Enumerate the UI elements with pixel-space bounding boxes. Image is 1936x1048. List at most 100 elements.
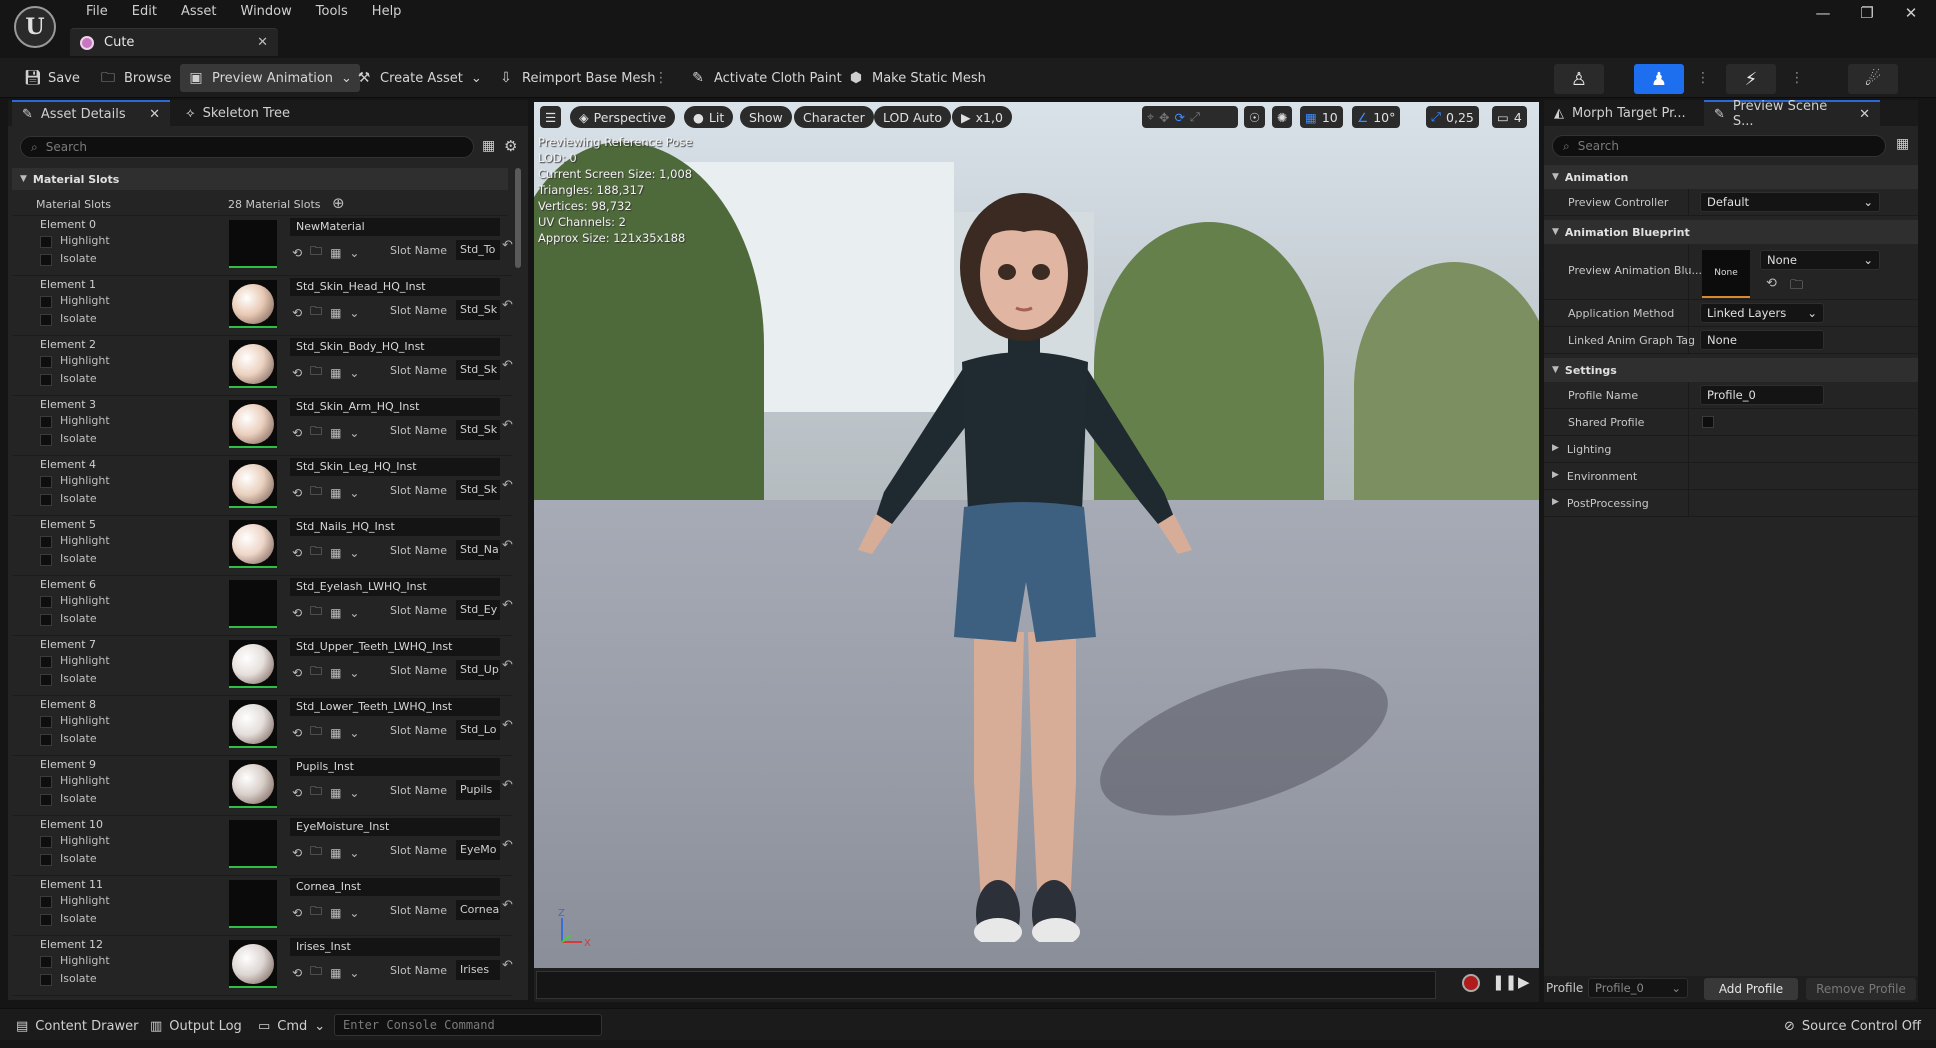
details-search-input[interactable]: ⌕ Search [20, 136, 474, 158]
menu-window[interactable]: Window [229, 2, 304, 22]
material-thumbnail[interactable] [229, 520, 277, 568]
use-selected-asset-icon[interactable]: ⟲ [292, 486, 302, 500]
isolate-checkbox[interactable] [40, 974, 52, 986]
chevron-down-icon[interactable]: ⌄ [349, 366, 359, 380]
material-thumbnail[interactable] [229, 340, 277, 388]
highlight-checkbox[interactable] [40, 716, 52, 728]
grid-snap-button[interactable]: ▦ 10 [1300, 106, 1343, 128]
output-log-button[interactable]: ▥ Output Log [150, 1015, 242, 1037]
menu-edit[interactable]: Edit [120, 2, 169, 22]
material-name-field[interactable]: Std_Skin_Leg_HQ_Inst [290, 458, 500, 476]
highlight-checkbox[interactable] [40, 236, 52, 248]
local-space-button[interactable]: ☉ [1244, 106, 1266, 128]
slot-name-field[interactable]: Irises [456, 960, 500, 980]
highlight-checkbox[interactable] [40, 896, 52, 908]
perspective-button[interactable]: ◈ Perspective [570, 106, 676, 128]
use-selected-asset-icon[interactable]: ⟲ [1766, 276, 1777, 291]
mesh-mode-options-icon[interactable]: ⋮ [1696, 68, 1710, 88]
preview-viewport[interactable]: ☰ ◈ Perspective ● Lit Show Character LOD A… [534, 102, 1539, 968]
chevron-down-icon[interactable]: ⌄ [349, 966, 359, 980]
material-options-icon[interactable]: ▦ [330, 726, 341, 740]
material-name-field[interactable]: Pupils_Inst [290, 758, 500, 776]
chevron-down-icon[interactable]: ⌄ [349, 486, 359, 500]
menu-help[interactable]: Help [360, 2, 414, 22]
material-name-field[interactable]: EyeMoisture_Inst [290, 818, 500, 836]
highlight-checkbox[interactable] [40, 416, 52, 428]
isolate-checkbox[interactable] [40, 734, 52, 746]
highlight-checkbox[interactable] [40, 536, 52, 548]
preview-animation-button[interactable]: ▣ Preview Animation ⌄ [180, 64, 360, 92]
save-button[interactable]: 💾︎ Save [16, 64, 88, 92]
highlight-checkbox[interactable] [40, 656, 52, 668]
reset-to-default-icon[interactable]: ↶ [502, 838, 513, 853]
settings-section[interactable]: ▼ Settings [1544, 358, 1918, 382]
material-options-icon[interactable]: ▦ [330, 546, 341, 560]
animation-blueprint-section[interactable]: ▼ Animation Blueprint [1544, 220, 1918, 244]
playback-speed-button[interactable]: ▶ x1,0 [952, 106, 1012, 128]
use-selected-asset-icon[interactable]: ⟲ [292, 306, 302, 320]
close-tab-icon[interactable]: ✕ [1859, 107, 1870, 122]
surface-snap-button[interactable]: ✺ [1272, 106, 1293, 128]
chevron-down-icon[interactable]: ⌄ [349, 906, 359, 920]
scale-snap-button[interactable]: ⤢ 0,25 [1426, 106, 1479, 128]
environment-row[interactable]: ▶ Environment [1544, 463, 1918, 490]
browse-asset-icon[interactable]: 🗀 [310, 302, 322, 323]
highlight-checkbox[interactable] [40, 956, 52, 968]
material-options-icon[interactable]: ▦ [330, 786, 341, 800]
material-name-field[interactable]: Std_Lower_Teeth_LWHQ_Inst [290, 698, 500, 716]
material-thumbnail[interactable] [229, 760, 277, 808]
postprocessing-row[interactable]: ▶ PostProcessing [1544, 490, 1918, 517]
menu-file[interactable]: File [74, 2, 120, 22]
reset-to-default-icon[interactable]: ↶ [502, 898, 513, 913]
reset-to-default-icon[interactable]: ↶ [502, 598, 513, 613]
use-selected-asset-icon[interactable]: ⟲ [292, 786, 302, 800]
tab-asset-details[interactable]: ✎ Asset Details ✕ [12, 100, 170, 126]
chevron-down-icon[interactable]: ⌄ [349, 546, 359, 560]
highlight-checkbox[interactable] [40, 776, 52, 788]
isolate-checkbox[interactable] [40, 494, 52, 506]
material-options-icon[interactable]: ▦ [330, 906, 341, 920]
use-selected-asset-icon[interactable]: ⟲ [292, 726, 302, 740]
source-control-button[interactable]: ⊘ Source Control Off [1784, 1015, 1921, 1037]
character-button[interactable]: Character [794, 106, 874, 128]
cmd-dropdown[interactable]: ▭ Cmd ⌄ [258, 1015, 325, 1037]
create-asset-button[interactable]: ⚒ Create Asset ⌄ [348, 64, 490, 92]
lit-button[interactable]: ● Lit [684, 106, 734, 128]
browse-asset-icon[interactable]: 🗀 [310, 422, 322, 443]
make-static-mesh-button[interactable]: ⬢ Make Static Mesh [840, 64, 994, 92]
reimport-options-icon[interactable]: ⋮ [654, 68, 668, 88]
add-profile-button[interactable]: Add Profile [1704, 978, 1798, 1000]
menu-asset[interactable]: Asset [169, 2, 229, 22]
viewport-menu-button[interactable]: ☰ [540, 106, 562, 128]
unreal-logo-icon[interactable]: U [14, 6, 56, 48]
browse-asset-icon[interactable]: 🗀 [310, 602, 322, 623]
browse-button[interactable]: 🗀 Browse [92, 64, 179, 92]
material-name-field[interactable]: NewMaterial [290, 218, 500, 236]
slot-name-field[interactable]: Cornea [456, 900, 500, 920]
menu-tools[interactable]: Tools [304, 2, 360, 22]
use-selected-asset-icon[interactable]: ⟲ [292, 906, 302, 920]
tab-preview-scene-settings[interactable]: ✎ Preview Scene S... ✕ [1704, 99, 1880, 129]
isolate-checkbox[interactable] [40, 434, 52, 446]
material-thumbnail[interactable] [229, 220, 277, 268]
animation-mode-options-icon[interactable]: ⋮ [1790, 68, 1804, 88]
use-selected-asset-icon[interactable]: ⟲ [292, 426, 302, 440]
material-thumbnail[interactable] [229, 460, 277, 508]
material-options-icon[interactable]: ▦ [330, 246, 341, 260]
reset-to-default-icon[interactable]: ↶ [502, 418, 513, 433]
material-slots-section[interactable]: ▼ Material Slots [12, 168, 508, 190]
material-options-icon[interactable]: ▦ [330, 966, 341, 980]
material-options-icon[interactable]: ▦ [330, 606, 341, 620]
table-view-icon[interactable]: ▦ [1896, 136, 1909, 152]
content-drawer-button[interactable]: ▤ Content Drawer [16, 1015, 138, 1037]
material-name-field[interactable]: Std_Skin_Arm_HQ_Inst [290, 398, 500, 416]
highlight-checkbox[interactable] [40, 596, 52, 608]
slot-name-field[interactable]: Std_Sk [456, 360, 500, 380]
table-view-icon[interactable]: ▦ [482, 138, 495, 154]
settings-gear-icon[interactable]: ⚙ [504, 137, 517, 155]
material-thumbnail[interactable] [229, 640, 277, 688]
chevron-down-icon[interactable]: ⌄ [349, 426, 359, 440]
preview-controller-dropdown[interactable]: Default ⌄ [1700, 192, 1880, 212]
lod-auto-button[interactable]: LOD Auto [874, 106, 951, 128]
close-tab-icon[interactable]: ✕ [257, 35, 268, 50]
